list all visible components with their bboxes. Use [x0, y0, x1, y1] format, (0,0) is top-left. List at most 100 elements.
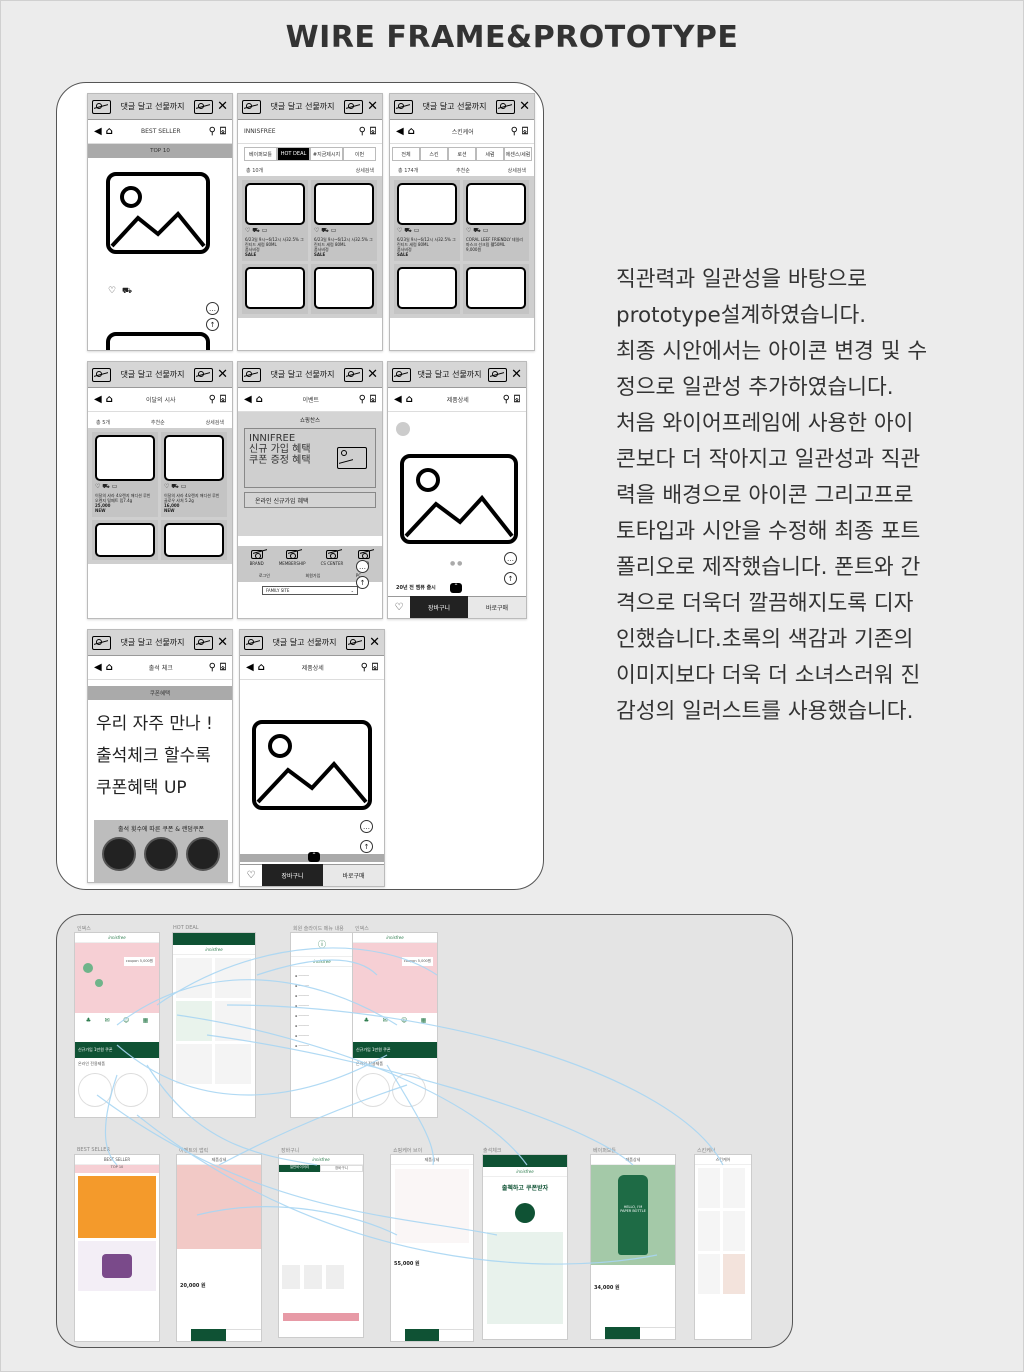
back-icon[interactable]: ◀: [394, 394, 402, 405]
home-icon[interactable]: ⌂: [258, 662, 265, 673]
tab-item[interactable]: HOT DEAL: [277, 147, 310, 161]
product-card[interactable]: ♡ ⛟ ▭ CORAL LEEF FRIENDLY 데일리 마스크 선크림 웰5…: [463, 180, 529, 261]
proto-screen-attendance[interactable]: innisfree 출첵하고 쿠폰받자: [483, 1155, 567, 1339]
back-icon[interactable]: ◀: [94, 662, 102, 673]
product-card[interactable]: [394, 263, 460, 314]
scroll-top-icon[interactable]: ↑: [356, 576, 369, 589]
product-thumb[interactable]: [723, 1254, 745, 1294]
family-site-select[interactable]: FAMILY SITE ⌄: [262, 586, 358, 595]
add-to-cart-button[interactable]: 장바구니: [410, 596, 468, 618]
close-icon[interactable]: ✕: [367, 367, 378, 382]
tab-item[interactable]: 로션: [448, 147, 476, 161]
home-icon[interactable]: ⌂: [106, 394, 113, 405]
signup-link[interactable]: 온라인 신규가입 혜택: [244, 492, 376, 508]
basket-icon[interactable]: ⌺: [220, 394, 226, 405]
heart-icon[interactable]: ♡: [240, 864, 262, 886]
proto-screen-paper-bottle[interactable]: 제품상세 HELLO, I'M PAPER BOTTLE 34,000 원: [591, 1155, 675, 1339]
search-icon[interactable]: ⚲: [361, 662, 368, 673]
product-thumb[interactable]: [723, 1211, 745, 1251]
tab-item[interactable]: #지금제시지: [310, 147, 343, 161]
menu-list[interactable]: ▪ ───── ▪ ───── ▪ ───── ▪ ───── ▪ ───── ▪ ───…: [291, 967, 353, 1055]
user-icon[interactable]: ☺: [401, 1017, 407, 1024]
product-thumb[interactable]: [357, 1074, 389, 1106]
product-thumb[interactable]: [176, 1044, 212, 1084]
product-thumb[interactable]: [215, 1044, 251, 1084]
close-icon[interactable]: ✕: [519, 99, 530, 114]
tree-icon[interactable]: ♣: [364, 1017, 369, 1024]
product-thumb[interactable]: [698, 1168, 720, 1208]
basket-icon[interactable]: ⌺: [220, 662, 226, 673]
proto-screen-hotdeal[interactable]: innisfree: [173, 933, 255, 1117]
scroll-top-icon[interactable]: ↑: [360, 840, 373, 853]
checkout-button[interactable]: [283, 1313, 359, 1321]
back-icon[interactable]: ◀: [396, 126, 404, 137]
tab-item[interactable]: 전체: [392, 147, 420, 161]
tab-item[interactable]: 장바구니: [320, 1165, 363, 1172]
scroll-top-icon[interactable]: ↑: [206, 318, 219, 331]
chat-fab-icon[interactable]: …: [360, 820, 373, 833]
calendar-icon[interactable]: ▦: [421, 1017, 427, 1024]
proto-screen-skincare[interactable]: 스킨케어: [695, 1155, 751, 1339]
product-card[interactable]: ♡ ⛟ ▭ 이달의 샤라 4오렌지 애디션 루빈 오렌지 털페트 립7.4g 2…: [92, 432, 158, 517]
quick-item[interactable]: BRAND: [250, 550, 264, 566]
product-card[interactable]: [92, 519, 158, 560]
chat-fab-icon[interactable]: …: [504, 552, 517, 565]
sort-recommend[interactable]: 추천순: [151, 419, 165, 426]
close-icon[interactable]: ✕: [217, 367, 228, 382]
basket-icon[interactable]: ⌺: [370, 394, 376, 405]
product-card[interactable]: ♡ ⛟ ▭ 6/23일 9시~6/12시 사32.5% 그린티드 세럼 80ML…: [394, 180, 460, 261]
calendar-icon[interactable]: ▦: [143, 1017, 149, 1024]
gift-icon[interactable]: ✉: [383, 1017, 388, 1024]
proto-screen-index-2[interactable]: innisfree coupon 5,000원 ♣ ✉ ☺ ▦ 신규가입 1만원 쿠폰…: [353, 933, 437, 1117]
close-icon[interactable]: ✕: [217, 99, 228, 114]
tab-item[interactable]: 이번: [343, 147, 376, 161]
chat-fab-icon[interactable]: …: [356, 560, 369, 573]
login-link[interactable]: 로그인: [259, 573, 270, 579]
buy-now-button[interactable]: 바로구매: [468, 596, 526, 618]
tab-item[interactable]: 일반바이어리: [279, 1165, 320, 1172]
product-card[interactable]: [463, 263, 529, 314]
detail-search-link[interactable]: 상세검색: [206, 419, 224, 426]
close-icon[interactable]: ✕: [217, 635, 228, 650]
carousel-dots[interactable]: ● ●: [450, 560, 462, 567]
chevron-up-icon[interactable]: ⌃: [450, 583, 462, 593]
coupon-stamp[interactable]: [102, 837, 136, 871]
product-photo[interactable]: HELLO, I'M PAPER BOTTLE: [591, 1165, 675, 1265]
signup-banner[interactable]: 신규가입 1만원 쿠폰: [353, 1042, 437, 1058]
home-icon[interactable]: ⌂: [408, 126, 415, 137]
product-photo[interactable]: [78, 1241, 156, 1291]
detail-search-link[interactable]: 상세검색: [356, 167, 374, 174]
buy-now-button[interactable]: 바로구매: [323, 864, 384, 886]
search-icon[interactable]: ⚲: [359, 126, 366, 137]
proto-screen-skincare-line[interactable]: 제품상세 55,000 원: [391, 1155, 473, 1341]
search-icon[interactable]: ⚲: [511, 126, 518, 137]
quick-item[interactable]: CS CENTER: [321, 550, 343, 566]
basket-icon[interactable]: ⌺: [372, 662, 378, 673]
product-thumb[interactable]: [304, 1265, 322, 1289]
scroll-top-icon[interactable]: ↑: [504, 572, 517, 585]
tab-item[interactable]: 베이퍼보틀: [244, 147, 277, 161]
product-photo[interactable]: [177, 1165, 261, 1249]
info-icon[interactable]: ⓘ: [291, 933, 353, 957]
close-icon[interactable]: ✕: [367, 99, 378, 114]
signup-banner[interactable]: 신규가입 1만원 쿠폰: [75, 1042, 159, 1058]
search-icon[interactable]: ⚲: [503, 394, 510, 405]
user-icon[interactable]: ☺: [123, 1017, 129, 1024]
product-thumb[interactable]: [176, 958, 212, 998]
proto-screen-cart[interactable]: innisfree 일반바이어리 장바구니: [279, 1155, 363, 1337]
product-photo[interactable]: [395, 1169, 469, 1243]
add-to-cart-button[interactable]: 장바구니: [262, 864, 323, 886]
search-icon[interactable]: ⚲: [359, 394, 366, 405]
chat-fab-icon[interactable]: …: [206, 302, 219, 315]
home-icon[interactable]: ⌂: [256, 394, 263, 405]
detail-search-link[interactable]: 상세검색: [508, 167, 526, 174]
tab-item[interactable]: 스킨: [420, 147, 448, 161]
back-icon[interactable]: ◀: [244, 394, 252, 405]
home-icon[interactable]: ⌂: [106, 662, 113, 673]
product-thumb[interactable]: [176, 1001, 212, 1041]
coupon-list[interactable]: [487, 1232, 563, 1324]
back-icon[interactable]: ◀: [94, 394, 102, 405]
basket-icon[interactable]: ⌺: [522, 126, 528, 137]
back-icon[interactable]: ◀: [246, 662, 254, 673]
cart-icon[interactable]: ⛟: [122, 286, 132, 296]
